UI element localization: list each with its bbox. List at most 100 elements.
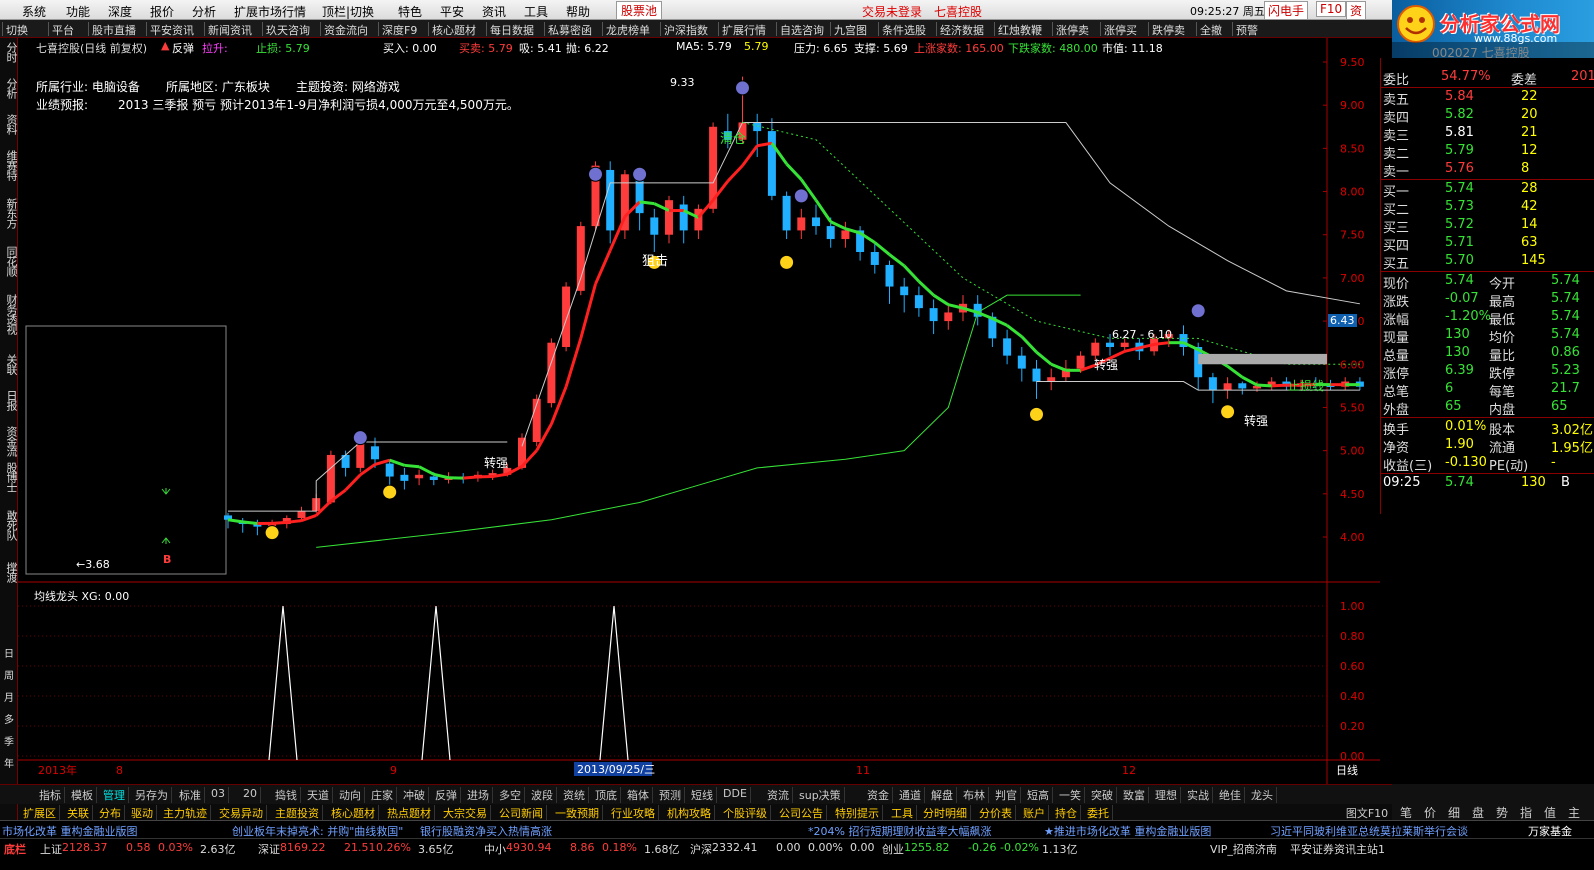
indicator-tab[interactable]: 模板 [68, 787, 97, 803]
right-tab[interactable]: 笔 [1396, 804, 1416, 821]
indicator-tab[interactable]: 短线 [688, 787, 717, 803]
right-tab[interactable]: 价 [1420, 804, 1440, 821]
leftnav-item[interactable]: 股博士 [1, 462, 18, 492]
toolbar-item[interactable]: 核心题材 [428, 22, 479, 37]
indicator-tab[interactable]: 通道 [896, 787, 925, 803]
indicator-tab[interactable]: 布林 [960, 787, 989, 803]
right-tab[interactable]: 值 [1540, 804, 1560, 821]
extension-tab[interactable]: 分布 [96, 805, 125, 821]
toolbar-item[interactable]: 自选咨询 [776, 22, 827, 37]
extension-tab[interactable]: 公司公告 [776, 805, 827, 821]
menu-pingan[interactable]: 平安 [440, 3, 464, 20]
ticker-item[interactable]: 银行股融资净买入热情高涨 [420, 823, 552, 839]
toolbar-item[interactable]: 涨停买 [1100, 22, 1140, 37]
indicator-tab[interactable]: 资金 [864, 787, 893, 803]
toolbar-item[interactable]: 跌停卖 [1148, 22, 1188, 37]
menu-analysis[interactable]: 分析 [192, 3, 216, 20]
leftnav-item[interactable]: 资金流 [1, 426, 18, 456]
period-button[interactable]: 月 [1, 692, 17, 706]
right-tab[interactable]: 势 [1492, 804, 1512, 821]
ticker-item[interactable]: 万家基金 [1528, 823, 1572, 839]
extension-tab[interactable]: 主力轨迹 [160, 805, 211, 821]
menu-special[interactable]: 特色 [398, 3, 422, 20]
indicator-tab[interactable]: 管理 [100, 787, 129, 803]
toolbar-item[interactable]: 九宫图 [830, 22, 870, 37]
extension-tab[interactable]: 工具 [888, 805, 917, 821]
menu-news[interactable]: 资讯 [482, 3, 506, 20]
indicator-tab[interactable]: 20 [240, 787, 261, 803]
extension-tab[interactable]: 分时明细 [920, 805, 971, 821]
indicator-tab[interactable]: 资流 [764, 787, 793, 803]
indicator-tab[interactable]: sup决策 [796, 787, 845, 803]
toolbar-item[interactable]: 沪深指数 [660, 22, 711, 37]
toolbar-item[interactable]: 龙虎榜单 [602, 22, 653, 37]
extension-tab[interactable]: 持仓 [1052, 805, 1081, 821]
extension-tab[interactable]: 热点题材 [384, 805, 435, 821]
flash-trade-button[interactable]: 闪电手 [1264, 1, 1309, 20]
menu-tools[interactable]: 工具 [524, 3, 548, 20]
leftnav-item[interactable]: 维赛特 [1, 150, 18, 180]
indicator-tab[interactable]: 箱体 [624, 787, 653, 803]
ticker-item[interactable]: ★推进市场化改革 重构金融业版图 [1044, 823, 1211, 839]
menu-function[interactable]: 功能 [66, 3, 90, 20]
toolbar-item[interactable]: 深度F9 [378, 22, 420, 37]
indicator-tab[interactable]: 03 [208, 787, 229, 803]
menu-quote[interactable]: 报价 [150, 3, 174, 20]
extension-tab[interactable]: 行业攻略 [608, 805, 659, 821]
right-tab[interactable]: 主 [1564, 804, 1584, 821]
menu-ext-market[interactable]: 扩展市场行情 [234, 3, 306, 20]
leftnav-item[interactable]: 同花顺 [1, 246, 18, 276]
toolbar-item[interactable]: 全撤 [1196, 22, 1225, 37]
indicator-tab[interactable]: 动向 [336, 787, 365, 803]
leftnav-item[interactable]: 敢死队 [1, 510, 18, 540]
indicator-tab[interactable]: 一笑 [1056, 787, 1085, 803]
period-button[interactable]: 周 [1, 670, 17, 684]
extension-tab[interactable]: 一致预期 [552, 805, 603, 821]
leftnav-item[interactable]: 分析 [1, 78, 18, 98]
indicator-tab[interactable]: 资统 [560, 787, 589, 803]
toolbar-item[interactable]: 扩展行情 [718, 22, 769, 37]
toolbar-item[interactable]: 涨停卖 [1052, 22, 1092, 37]
leftnav-item[interactable]: 资料 [1, 114, 18, 134]
f10-chart-tab[interactable]: 图文F10 [1342, 805, 1392, 821]
toolbar-item[interactable]: 资金流向 [320, 22, 371, 37]
extension-tab[interactable]: 分价表 [976, 805, 1016, 821]
indicator-tab[interactable]: 龙头 [1248, 787, 1277, 803]
indicator-tab[interactable]: 另存为 [132, 787, 172, 803]
indicator-tab[interactable]: 冲破 [400, 787, 429, 803]
leftnav-item[interactable]: 新东方 [1, 198, 18, 228]
toolbar-item[interactable]: 切换 [2, 22, 31, 37]
toolbar-item[interactable]: 私募密函 [544, 22, 595, 37]
toolbar-item[interactable]: 平台 [48, 22, 77, 37]
toolbar-item[interactable]: 红烛教鞭 [994, 22, 1045, 37]
extension-tab[interactable]: 特别提示 [832, 805, 883, 821]
indicator-tab[interactable]: 判官 [992, 787, 1021, 803]
extension-tab[interactable]: 主题投资 [272, 805, 323, 821]
leftnav-item[interactable]: 财务透视 [1, 294, 18, 334]
login-status[interactable]: 交易未登录 [862, 3, 922, 20]
indicator-tab[interactable]: 进场 [464, 787, 493, 803]
indicator-tab[interactable]: 致富 [1120, 787, 1149, 803]
right-tab[interactable]: 细 [1444, 804, 1464, 821]
stock-pool-button[interactable]: 股票池 [616, 1, 663, 20]
leftnav-item[interactable]: 撑渡 [1, 562, 18, 582]
indicator-tab[interactable]: 绝佳 [1216, 787, 1245, 803]
toolbar-item[interactable]: 股市直播 [88, 22, 139, 37]
leftnav-item[interactable]: 分时 [1, 42, 18, 62]
toolbar-item[interactable]: 每日数据 [486, 22, 537, 37]
indicator-tab[interactable]: 理想 [1152, 787, 1181, 803]
indicator-tab[interactable]: 反弹 [432, 787, 461, 803]
period-button[interactable]: 季 [1, 736, 17, 750]
menu-help[interactable]: 帮助 [566, 3, 590, 20]
indicator-tab[interactable]: 天道 [304, 787, 333, 803]
kline-chart-svg[interactable]: 9.509.008.508.007.507.006.506.005.505.00… [18, 38, 1380, 784]
right-tab[interactable]: 盘 [1468, 804, 1488, 821]
indicator-tab[interactable]: 突破 [1088, 787, 1117, 803]
ticker-item[interactable]: 创业板年末掉亮术: 并购"曲线救国" [232, 823, 403, 839]
extension-tab[interactable]: 关联 [64, 805, 93, 821]
info-button[interactable]: 资 [1346, 1, 1367, 20]
toolbar-item[interactable]: 预警 [1232, 22, 1261, 37]
indicator-tab[interactable]: 短高 [1024, 787, 1053, 803]
indicator-tab[interactable]: 多空 [496, 787, 525, 803]
toolbar-item[interactable]: 平安资讯 [146, 22, 197, 37]
